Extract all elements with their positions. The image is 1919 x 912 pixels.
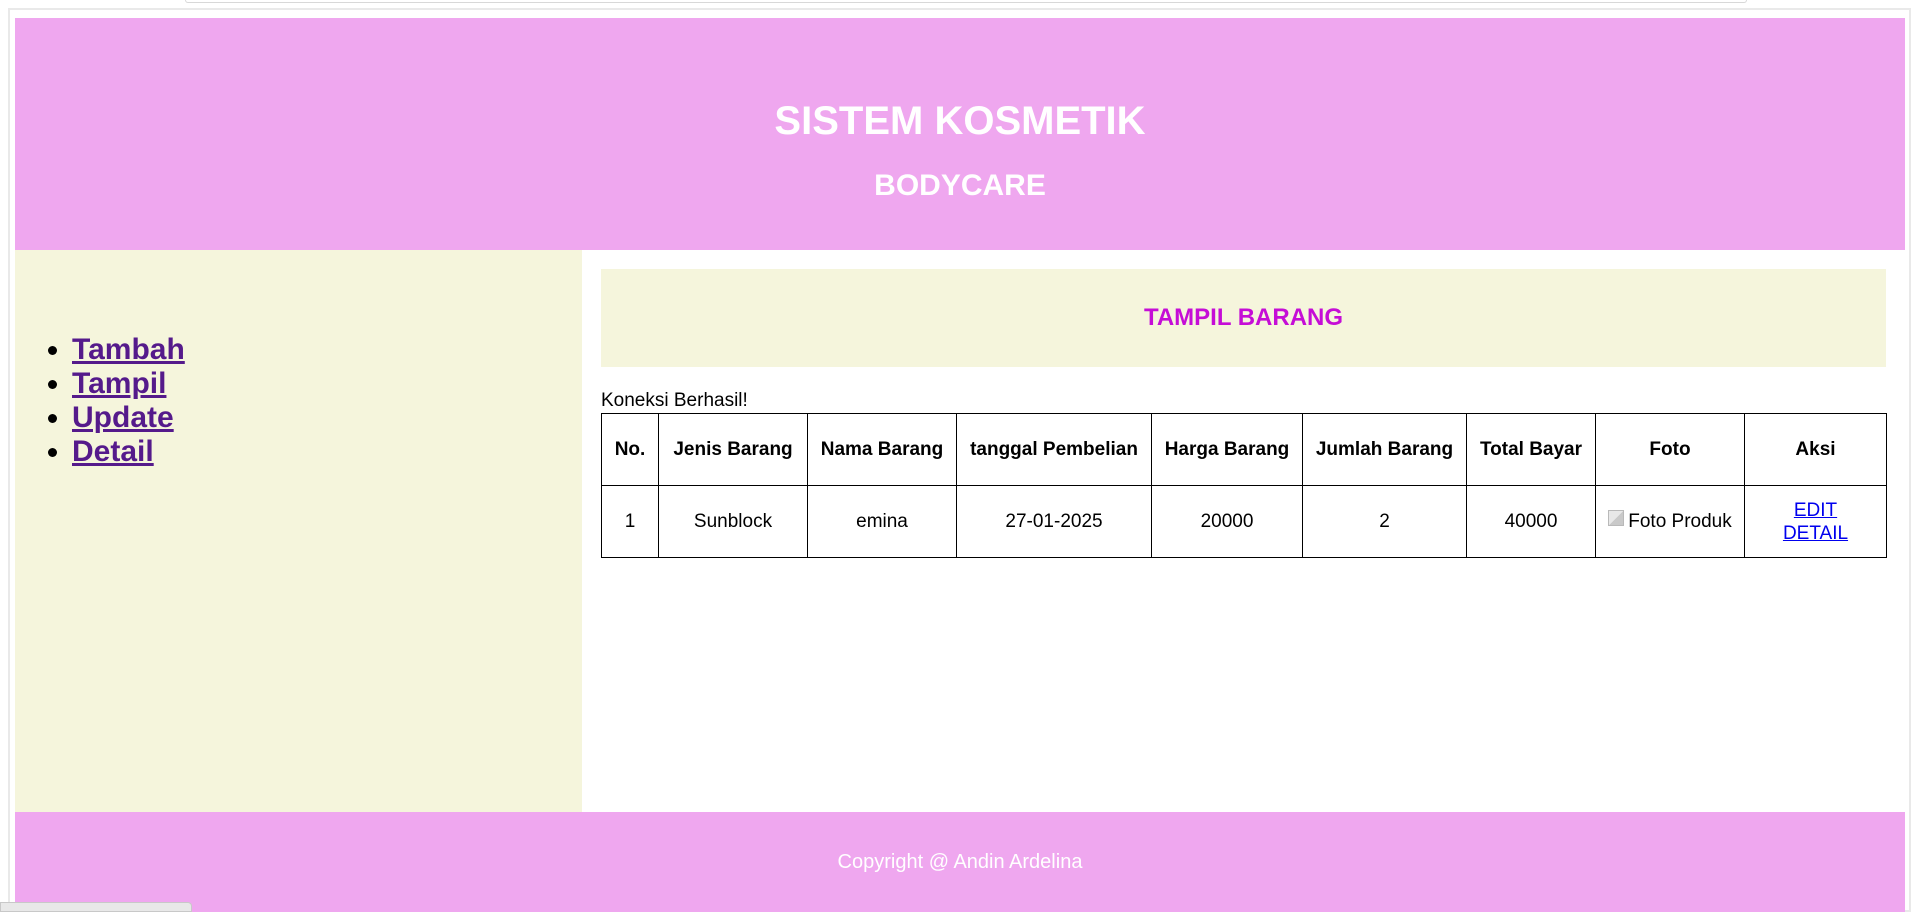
column-header-harga: Harga Barang [1151, 413, 1303, 486]
cell-foto: Foto Produk [1595, 485, 1745, 558]
column-header-no: No. [601, 413, 659, 486]
sidebar-item-update: Update [72, 401, 185, 435]
sidebar-item-tampil: Tampil [72, 367, 185, 401]
main-content: TAMPIL BARANG Koneksi Berhasil! No. Jeni… [582, 250, 1905, 812]
cell-no: 1 [601, 485, 659, 558]
sidebar-item-detail: Detail [72, 435, 185, 469]
sidebar-nav: Tambah Tampil Update Detail [15, 333, 185, 469]
site-subtitle: BODYCARE [874, 169, 1046, 202]
nav-link-update[interactable]: Update [72, 401, 174, 434]
table-header-row: No. Jenis Barang Nama Barang tanggal Pem… [601, 413, 1887, 486]
broken-image-icon [1608, 510, 1625, 526]
edit-link[interactable]: EDIT [1751, 499, 1880, 522]
table-row: 1 Sunblock emina 27-01-2025 20000 2 4000… [601, 485, 1887, 558]
nav-link-tambah[interactable]: Tambah [72, 333, 185, 366]
sidebar-item-tambah: Tambah [72, 333, 185, 367]
product-image: Foto Produk [1608, 510, 1732, 533]
page-heading-panel: TAMPIL BARANG [601, 269, 1886, 367]
cell-total: 40000 [1466, 485, 1596, 558]
copyright-text: Copyright @ Andin Ardelina [837, 851, 1083, 873]
detail-link[interactable]: DETAIL [1751, 522, 1880, 545]
browser-chrome-edge [185, 0, 1747, 3]
status-bar [0, 902, 192, 912]
cell-harga: 20000 [1151, 485, 1303, 558]
cell-nama: emina [807, 485, 957, 558]
column-header-jumlah: Jumlah Barang [1302, 413, 1467, 486]
site-title: SISTEM KOSMETIK [774, 99, 1146, 143]
site-footer: Copyright @ Andin Ardelina [15, 812, 1905, 912]
nav-link-detail[interactable]: Detail [72, 435, 154, 468]
column-header-total: Total Bayar [1466, 413, 1596, 486]
product-image-alt: Foto Produk [1628, 511, 1732, 532]
cell-aksi: EDIT DETAIL [1744, 485, 1887, 558]
column-header-jenis: Jenis Barang [658, 413, 808, 486]
barang-table: No. Jenis Barang Nama Barang tanggal Pem… [601, 413, 1887, 558]
cell-jumlah: 2 [1302, 485, 1467, 558]
sidebar: Tambah Tampil Update Detail [15, 250, 582, 812]
column-header-tanggal: tanggal Pembelian [956, 413, 1152, 486]
column-header-foto: Foto [1595, 413, 1745, 486]
column-header-aksi: Aksi [1744, 413, 1887, 486]
page-heading: TAMPIL BARANG [1143, 304, 1344, 331]
site-header: SISTEM KOSMETIK BODYCARE [15, 18, 1905, 250]
cell-jenis: Sunblock [658, 485, 808, 558]
nav-link-tampil[interactable]: Tampil [72, 367, 166, 400]
cell-tanggal: 27-01-2025 [956, 485, 1152, 558]
connection-message: Koneksi Berhasil! [601, 390, 748, 411]
column-header-nama: Nama Barang [807, 413, 957, 486]
